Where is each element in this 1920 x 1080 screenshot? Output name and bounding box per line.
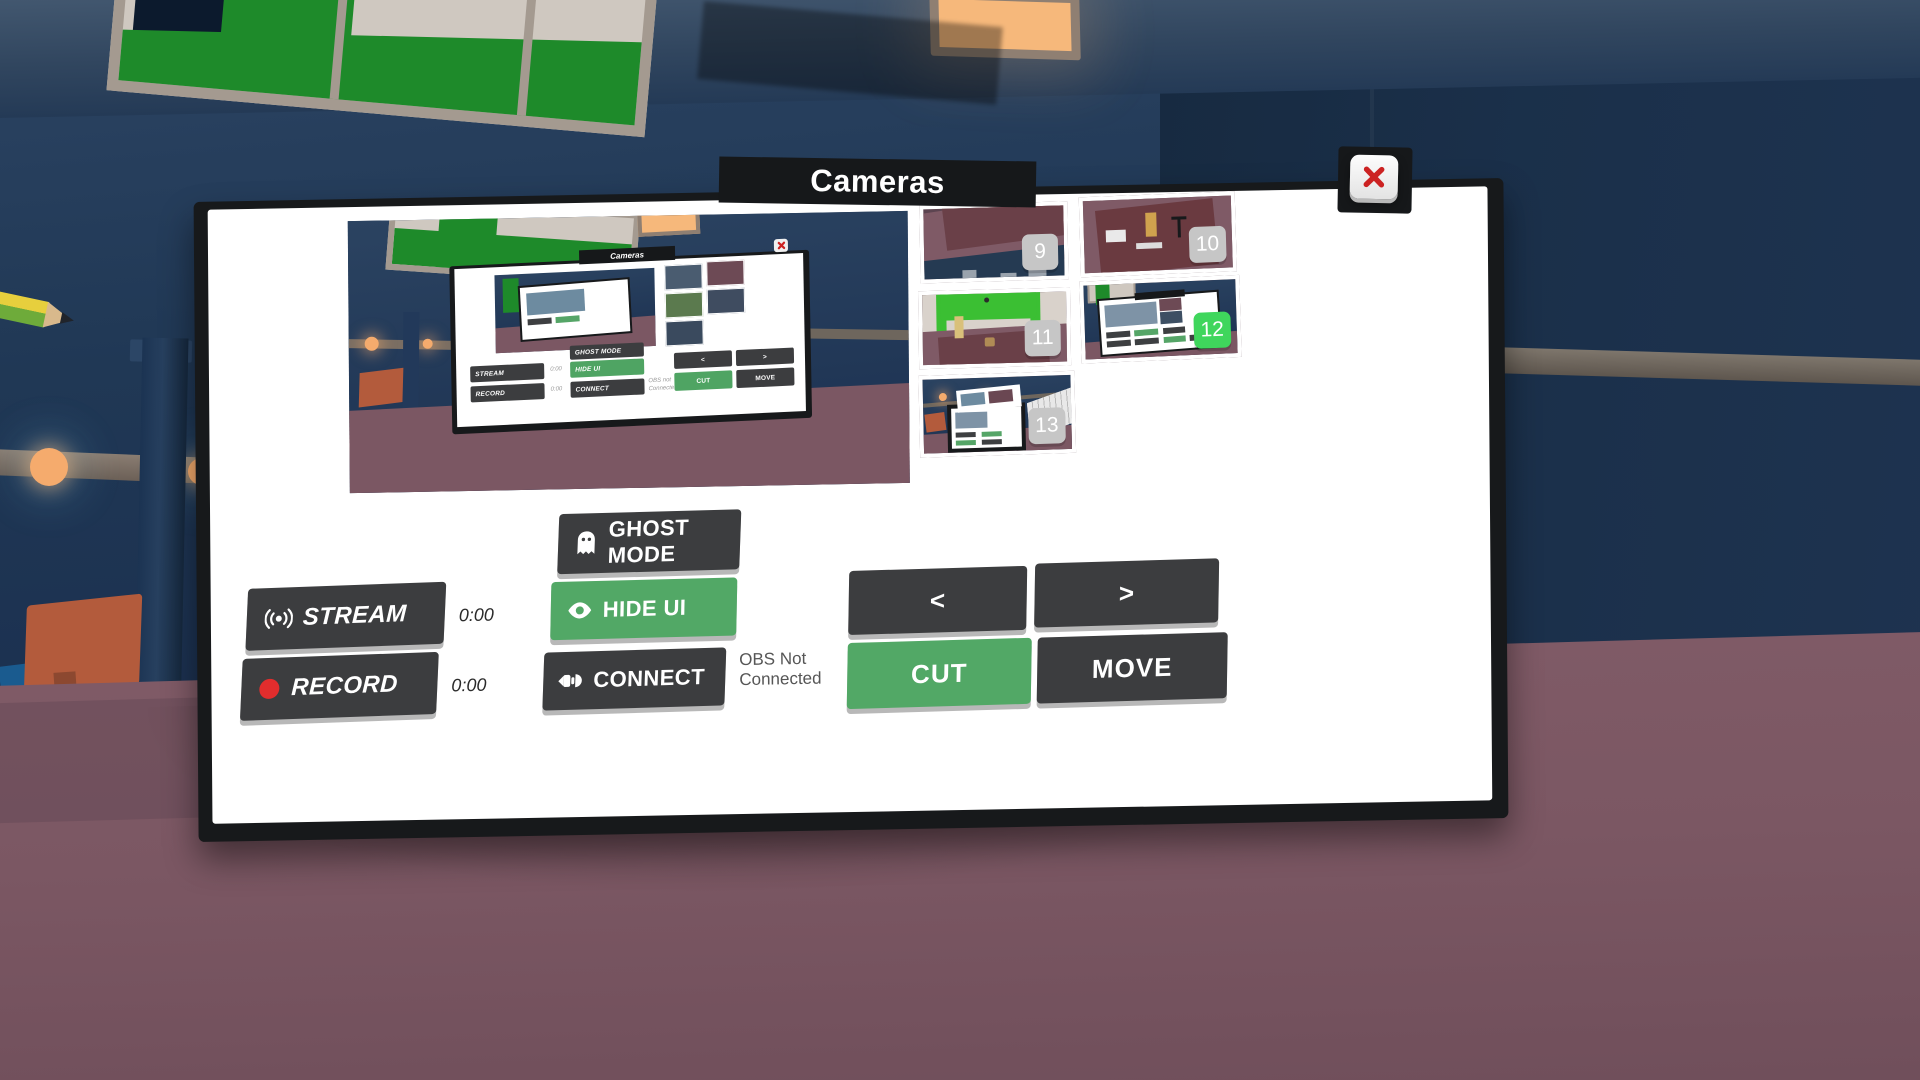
cut-label: CUT [910, 657, 968, 689]
nested-close-button [773, 238, 789, 253]
move-button[interactable]: MOVE [1036, 632, 1228, 704]
obs-status-line1: OBS Not [739, 648, 807, 670]
close-x-icon [1363, 166, 1385, 188]
camera-number-badge: 13 [1027, 407, 1066, 445]
game-scene: Cameras STREAM RECORD 0:00 0:00 GHOST MO… [0, 0, 1920, 1080]
ghost-icon [574, 530, 599, 557]
nested-ghost-button: GHOST MODE [569, 342, 644, 360]
nested-prev-button: < [673, 350, 733, 370]
camera-number-badge: 10 [1188, 225, 1227, 264]
nested-preview [494, 267, 656, 354]
record-dot-icon [258, 678, 280, 700]
previous-camera-button[interactable]: < [848, 565, 1028, 636]
nested-record-button: RECORD [470, 383, 545, 403]
ghost-mode-button[interactable]: GHOST MODE [557, 509, 742, 575]
wall-lamp [30, 448, 68, 486]
next-camera-button[interactable]: > [1034, 558, 1220, 628]
camera-number-badge: 9 [1021, 233, 1059, 271]
camera-thumbnail[interactable]: 13 [918, 370, 1077, 458]
stream-timer: 0:00 [458, 604, 494, 626]
close-x-icon [777, 241, 785, 250]
nested-cut-button: CUT [674, 370, 733, 392]
obs-status: OBS Not Connected [739, 648, 849, 690]
nested-stream-timer: 0:00 [550, 366, 562, 373]
eye-icon [567, 601, 593, 620]
hide-ui-button[interactable]: HIDE UI [550, 577, 738, 641]
camera-thumbnail[interactable]: 10 [1078, 191, 1237, 278]
nested-connect-button: CONNECT [570, 378, 645, 398]
camera-thumbnail-active[interactable]: 12 [1079, 274, 1242, 364]
chair [23, 593, 143, 697]
camera-thumbnail[interactable]: 11 [918, 287, 1072, 370]
cameras-panel: STREAM RECORD 0:00 0:00 GHOST MODE HIDE … [193, 177, 1509, 843]
obs-status-line2: Connected [739, 668, 822, 690]
nested-hideui-button: HIDE UI [570, 358, 645, 378]
record-label: RECORD [290, 670, 399, 702]
cut-button[interactable]: CUT [846, 637, 1032, 710]
nested-obs-status-line2: Connected [648, 384, 678, 393]
nested-obs-status-line1: OBS not [648, 377, 672, 385]
stream-button[interactable]: STREAM [245, 581, 447, 651]
control-bar: GHOST MODE HIDE UI CONNECT OBS Not Conne… [210, 486, 1492, 813]
close-button[interactable] [1349, 154, 1399, 200]
stream-label: STREAM [302, 600, 408, 631]
record-button[interactable]: RECORD [239, 651, 439, 721]
chevron-right-icon: > [1118, 577, 1135, 608]
nested-next-button: > [735, 347, 795, 367]
nested-cameras-panel: STREAM RECORD 0:00 0:00 GHOST MODE HIDE … [449, 238, 813, 435]
chevron-left-icon: < [929, 584, 946, 616]
connect-button[interactable]: CONNECT [542, 647, 727, 711]
nested-move-button: MOVE [736, 367, 795, 389]
plug-icon [557, 671, 588, 690]
camera-preview[interactable]: STREAM RECORD 0:00 0:00 GHOST MODE HIDE … [347, 210, 910, 494]
broadcast-icon [264, 607, 294, 630]
panel-body: STREAM RECORD 0:00 0:00 GHOST MODE HIDE … [207, 186, 1493, 824]
hide-ui-label: HIDE UI [602, 594, 687, 622]
connect-label: CONNECT [592, 663, 706, 693]
camera-number-badge: 11 [1024, 319, 1061, 357]
ghost-mode-label: GHOST MODE [607, 514, 690, 568]
camera-number-badge: 12 [1192, 311, 1232, 349]
page-title: Cameras [809, 162, 946, 201]
nested-thumbnail-grid [664, 259, 791, 352]
nested-stream-button: STREAM [470, 363, 545, 383]
nested-record-timer: 0:00 [550, 386, 563, 393]
record-timer: 0:00 [451, 674, 487, 696]
window-title-bar: Cameras [718, 156, 1037, 208]
camera-thumbnail-grid: 9 10 11 12 13 [918, 191, 1352, 495]
camera-thumbnail[interactable]: 9 [919, 201, 1069, 284]
nested-controls: STREAM RECORD 0:00 0:00 GHOST MODE HIDE … [470, 342, 796, 420]
move-label: MOVE [1091, 651, 1173, 684]
